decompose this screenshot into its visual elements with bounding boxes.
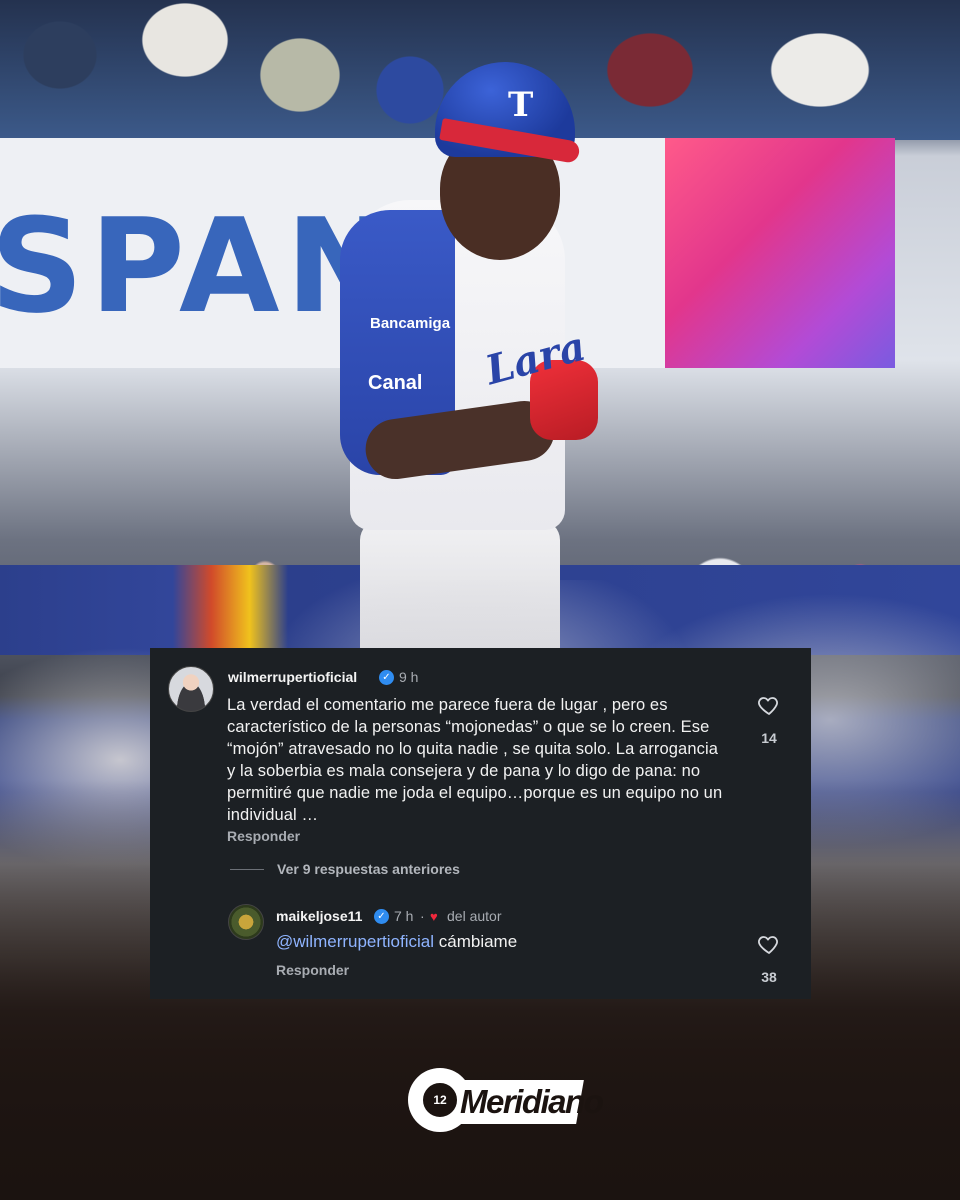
reply-text: @wilmerrupertioficial cámbiame xyxy=(276,932,517,952)
helmet-letter: T xyxy=(508,85,534,125)
heart-filled-icon: ♥ xyxy=(430,909,438,924)
comment-text: La verdad el comentario me parece fuera … xyxy=(227,696,723,824)
avatar[interactable] xyxy=(168,666,214,712)
comment-card: wilmerrupertioficial ✓ 9 h La verdad el … xyxy=(150,648,811,999)
logo-badge: 12 xyxy=(420,1080,460,1120)
reply-avatar[interactable] xyxy=(228,904,264,940)
replies-divider xyxy=(230,869,264,870)
like-count: 14 xyxy=(761,730,777,746)
meta-separator: · xyxy=(420,908,425,924)
view-replies-button[interactable]: Ver 9 respuestas anteriores xyxy=(277,861,460,877)
like-count: 38 xyxy=(761,969,777,985)
meridiano-logo: 12 Meridiano xyxy=(408,1068,604,1132)
jersey-sponsor-1: Bancamiga xyxy=(370,315,451,332)
background-photo: SPAN T Bancamiga Canal Lara xyxy=(0,0,960,1200)
verified-badge-icon: ✓ xyxy=(379,670,394,685)
comment-time: 9 h xyxy=(399,669,419,685)
heart-outline-icon[interactable] xyxy=(756,932,782,956)
heart-outline-icon[interactable] xyxy=(756,693,782,717)
verified-badge-icon: ✓ xyxy=(374,909,389,924)
author-badge: del autor xyxy=(447,908,502,924)
reply-message: cámbiame xyxy=(438,932,518,951)
reply-time: 7 h xyxy=(394,908,414,924)
baseball-player: T Bancamiga Canal Lara xyxy=(340,60,620,660)
jersey-sponsor-2: Canal xyxy=(368,372,423,394)
reply-username[interactable]: maikeljose11 xyxy=(276,908,362,924)
logo-text: Meridiano xyxy=(460,1083,604,1120)
reply-button[interactable]: Responder xyxy=(227,828,300,844)
reply-button[interactable]: Responder xyxy=(276,962,349,978)
mention-link[interactable]: @wilmerrupertioficial xyxy=(276,932,434,951)
comment-username[interactable]: wilmerrupertioficial xyxy=(228,669,357,685)
